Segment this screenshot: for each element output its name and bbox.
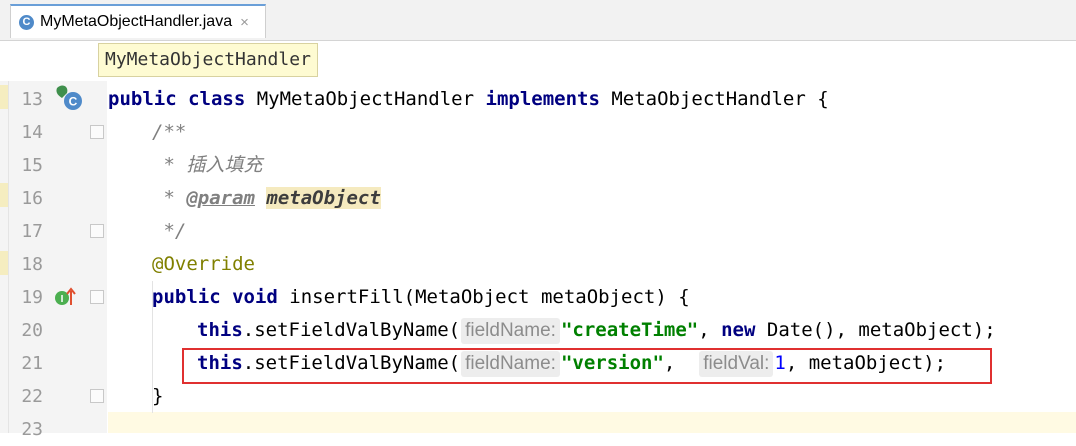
code-text: .setFieldValByName( [242,319,461,341]
code-line-19: public void insertFill(MetaObject metaOb… [152,281,690,314]
code-line-20: this.setFieldValByName(fieldName: "create… [197,314,996,347]
code-line-22: } [152,385,164,407]
code-text: insertFill(MetaObject metaObject) { [277,286,690,308]
keyword: this [197,319,243,341]
line-number: 18 [21,254,43,275]
code-text: Date(), metaObject); [755,319,996,341]
code-text: , [698,319,722,341]
class-name: MyMetaObjectHandler [245,88,486,110]
breadcrumb[interactable]: MyMetaObjectHandler [98,43,318,77]
code-line-15: * 插入填充 [152,154,263,176]
tab-label: MyMetaObjectHandler.java [40,13,233,30]
javadoc-param: metaObject [266,187,381,209]
implementing-method-icon[interactable]: I [54,286,76,308]
left-edge-strip [0,81,9,433]
keyword: public void [152,286,278,308]
comment-text: * [152,187,187,209]
line-number: 17 [21,221,43,242]
line-number: 19 [21,287,43,308]
fold-icon[interactable] [90,290,104,304]
close-icon[interactable]: × [240,14,249,31]
fold-icon[interactable] [90,224,104,238]
edge-marker [0,85,8,109]
fold-icon[interactable] [90,389,104,403]
line-number: 21 [21,353,43,374]
code-line-18: @Override [152,253,255,275]
fold-icon[interactable] [90,125,104,139]
edge-marker [0,251,8,275]
line-number: 15 [21,155,43,176]
keyword: implements [485,88,600,110]
code-line-17: */ [152,220,187,242]
line-number: 22 [21,386,43,407]
svg-text:C: C [69,95,78,109]
class-implements-icon[interactable]: C [54,84,84,112]
line-number: 14 [21,122,43,143]
editor-tab-bar: C MyMetaObjectHandler.java × [0,0,1076,41]
code-text: MetaObjectHandler { [599,88,829,110]
keyword: public class [108,88,246,110]
keyword: new [721,319,756,341]
java-class-icon: C [19,14,34,30]
line-number: 20 [21,320,43,341]
code-line-13: public class MyMetaObjectHandler impleme… [108,83,829,116]
breadcrumb-row: MyMetaObjectHandler [0,41,1076,81]
code-line-16: * @param metaObject [152,182,381,215]
javadoc-tag: @param [186,187,255,209]
string-literal: "createTime" [560,319,699,341]
line-number: 23 [21,419,43,440]
code-line-14: /** [152,121,187,143]
svg-text:I: I [61,294,64,305]
tab-mymetaobjecthandler[interactable]: C MyMetaObjectHandler.java × [10,4,266,38]
line-number: 13 [21,89,43,110]
editor-gutter: 13 14 15 16 17 18 19 20 21 22 23 C I [9,81,107,440]
highlight-box [182,348,992,384]
line-number: 16 [21,188,43,209]
edge-marker [0,183,8,207]
parameter-hint: fieldName: [461,318,560,344]
